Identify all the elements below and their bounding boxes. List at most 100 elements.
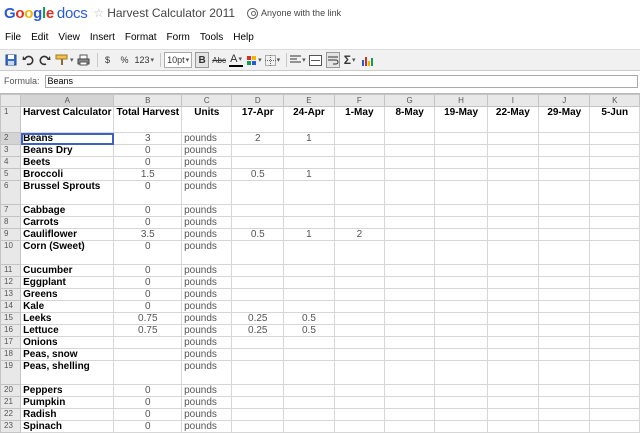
- wrap-text-icon[interactable]: [325, 52, 340, 68]
- crop-name-cell[interactable]: Peas, snow: [20, 348, 115, 361]
- data-cell[interactable]: [589, 180, 640, 205]
- data-cell[interactable]: [434, 156, 488, 169]
- data-cell[interactable]: [434, 228, 488, 241]
- fill-color-icon[interactable]: [246, 52, 262, 68]
- data-cell[interactable]: [383, 216, 436, 229]
- data-cell[interactable]: pounds: [181, 324, 233, 337]
- crop-name-cell[interactable]: Cauliflower: [20, 228, 115, 241]
- data-cell[interactable]: [283, 156, 335, 169]
- data-cell[interactable]: [333, 240, 385, 265]
- data-cell[interactable]: [113, 360, 183, 385]
- column-header[interactable]: D: [231, 94, 285, 107]
- data-cell[interactable]: [538, 180, 591, 205]
- data-cell[interactable]: [434, 240, 488, 265]
- row-header[interactable]: 14: [0, 300, 22, 313]
- data-cell[interactable]: 0: [113, 300, 183, 313]
- data-cell[interactable]: [383, 300, 436, 313]
- data-cell[interactable]: pounds: [181, 216, 233, 229]
- crop-name-cell[interactable]: Beans: [20, 132, 115, 145]
- data-cell[interactable]: [283, 420, 335, 433]
- data-cell[interactable]: [434, 300, 488, 313]
- data-cell[interactable]: pounds: [181, 384, 233, 397]
- data-cell[interactable]: [333, 180, 385, 205]
- data-cell[interactable]: [383, 288, 436, 301]
- data-cell[interactable]: [333, 156, 385, 169]
- data-cell[interactable]: 0.5: [283, 324, 335, 337]
- data-cell[interactable]: [434, 336, 488, 349]
- data-cell[interactable]: [333, 396, 385, 409]
- data-cell[interactable]: [231, 420, 285, 433]
- strikethrough-button[interactable]: Abc: [212, 52, 226, 68]
- crop-name-cell[interactable]: Brussel Sprouts: [20, 180, 115, 205]
- data-cell[interactable]: [589, 204, 640, 217]
- print-icon[interactable]: [77, 52, 91, 68]
- sharing-status[interactable]: Anyone with the link: [247, 7, 341, 19]
- data-cell[interactable]: [538, 420, 591, 433]
- data-cell[interactable]: [434, 144, 488, 157]
- data-cell[interactable]: [383, 156, 436, 169]
- data-cell[interactable]: [589, 264, 640, 277]
- data-cell[interactable]: pounds: [181, 360, 233, 385]
- data-cell[interactable]: pounds: [181, 312, 233, 325]
- data-cell[interactable]: [589, 240, 640, 265]
- data-cell[interactable]: [333, 168, 385, 181]
- header-cell[interactable]: 29-May: [538, 106, 591, 133]
- data-cell[interactable]: [283, 264, 335, 277]
- crop-name-cell[interactable]: Pumpkin: [20, 396, 115, 409]
- column-header[interactable]: F: [333, 94, 385, 107]
- data-cell[interactable]: [486, 336, 540, 349]
- data-cell[interactable]: pounds: [181, 264, 233, 277]
- data-cell[interactable]: 0: [113, 264, 183, 277]
- data-cell[interactable]: [333, 144, 385, 157]
- crop-name-cell[interactable]: Kale: [20, 300, 115, 313]
- redo-icon[interactable]: [38, 52, 52, 68]
- crop-name-cell[interactable]: Peas, shelling: [20, 360, 115, 385]
- data-cell[interactable]: [486, 300, 540, 313]
- data-cell[interactable]: [283, 240, 335, 265]
- merge-cells-icon[interactable]: [309, 52, 323, 68]
- data-cell[interactable]: [113, 336, 183, 349]
- data-cell[interactable]: [486, 228, 540, 241]
- data-cell[interactable]: pounds: [181, 228, 233, 241]
- data-cell[interactable]: pounds: [181, 336, 233, 349]
- data-cell[interactable]: [383, 420, 436, 433]
- header-cell[interactable]: Harvest Calculator: [20, 106, 115, 133]
- data-cell[interactable]: 1: [283, 132, 335, 145]
- save-icon[interactable]: [4, 52, 18, 68]
- data-cell[interactable]: [383, 240, 436, 265]
- data-cell[interactable]: [538, 132, 591, 145]
- crop-name-cell[interactable]: Leeks: [20, 312, 115, 325]
- data-cell[interactable]: [538, 312, 591, 325]
- data-cell[interactable]: [383, 348, 436, 361]
- data-cell[interactable]: 0: [113, 240, 183, 265]
- data-cell[interactable]: pounds: [181, 396, 233, 409]
- data-cell[interactable]: [333, 276, 385, 289]
- data-cell[interactable]: [383, 408, 436, 421]
- data-cell[interactable]: [434, 204, 488, 217]
- data-cell[interactable]: [231, 264, 285, 277]
- data-cell[interactable]: [589, 384, 640, 397]
- data-cell[interactable]: [383, 324, 436, 337]
- crop-name-cell[interactable]: Eggplant: [20, 276, 115, 289]
- data-cell[interactable]: [589, 420, 640, 433]
- data-cell[interactable]: [486, 156, 540, 169]
- data-cell[interactable]: [283, 204, 335, 217]
- data-cell[interactable]: [486, 132, 540, 145]
- data-cell[interactable]: 0: [113, 276, 183, 289]
- data-cell[interactable]: [231, 336, 285, 349]
- data-cell[interactable]: [589, 132, 640, 145]
- data-cell[interactable]: 0: [113, 180, 183, 205]
- align-icon[interactable]: [290, 52, 306, 68]
- data-cell[interactable]: [231, 396, 285, 409]
- menu-format[interactable]: Format: [125, 32, 157, 43]
- data-cell[interactable]: 0.5: [231, 168, 285, 181]
- data-cell[interactable]: [383, 180, 436, 205]
- data-cell[interactable]: [434, 324, 488, 337]
- data-cell[interactable]: 0: [113, 204, 183, 217]
- data-cell[interactable]: pounds: [181, 180, 233, 205]
- data-cell[interactable]: [383, 276, 436, 289]
- data-cell[interactable]: [589, 360, 640, 385]
- row-header[interactable]: 2: [0, 132, 22, 145]
- data-cell[interactable]: [434, 348, 488, 361]
- data-cell[interactable]: [434, 312, 488, 325]
